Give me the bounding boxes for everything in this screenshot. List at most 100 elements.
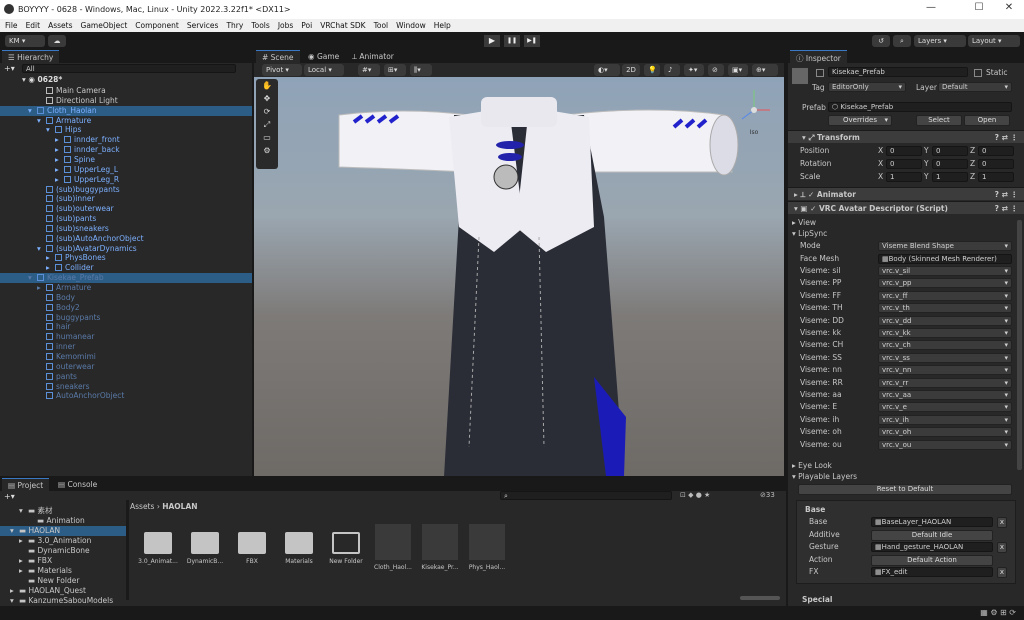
static-checkbox[interactable] — [974, 69, 982, 77]
account-button[interactable]: KM ▾ — [5, 35, 45, 47]
tab-scene[interactable]: # Scene — [256, 50, 300, 63]
asset-item[interactable]: Materials — [277, 524, 321, 565]
effects-icon[interactable]: ✦▾ — [684, 64, 704, 76]
project-folder-row[interactable]: ▾ ▬ HAOLAN — [0, 526, 126, 536]
viseme-dropdown[interactable]: vrc.v_ff — [878, 290, 1012, 301]
tag-dropdown[interactable]: EditorOnly — [828, 82, 906, 92]
project-folder-row[interactable]: ▸ ▬ FBX — [0, 556, 126, 566]
audio-icon[interactable]: ♪ — [664, 64, 680, 76]
hierarchy-row[interactable]: ▸ innder_front — [0, 135, 252, 145]
hierarchy-row[interactable]: ▸ innder_back — [0, 145, 252, 155]
expand-arrow-icon[interactable]: ▸ — [19, 556, 28, 566]
layers-dropdown[interactable]: Layers ▾ — [914, 35, 966, 47]
zoom-slider[interactable] — [740, 596, 780, 600]
default-layer-button[interactable]: Default Action — [871, 554, 993, 566]
position-z-input[interactable]: 0 — [978, 146, 1014, 156]
hierarchy-row[interactable]: Body — [0, 293, 252, 303]
viseme-dropdown[interactable]: vrc.v_ss — [878, 352, 1012, 363]
gizmos-icon[interactable]: ⊕▾ — [752, 64, 778, 76]
hierarchy-row[interactable]: (sub)buggypants — [0, 185, 252, 195]
hierarchy-row[interactable]: ▾ (sub)AvatarDynamics — [0, 244, 252, 254]
project-folder-row[interactable]: ▬ New Folder — [0, 576, 126, 586]
hierarchy-row[interactable]: ▸ UpperLeg_R — [0, 175, 252, 185]
hierarchy-row[interactable]: buggypants — [0, 313, 252, 323]
hierarchy-row[interactable]: (sub)pants — [0, 214, 252, 224]
hierarchy-row[interactable]: ▾ Armature — [0, 116, 252, 126]
hierarchy-search-input[interactable]: All — [22, 64, 236, 73]
project-folder-row[interactable]: ▸ ▬ 3.0_Animation — [0, 536, 126, 546]
hierarchy-row[interactable]: outerwear — [0, 362, 252, 372]
expand-arrow-icon[interactable]: ▾ — [46, 125, 55, 135]
hierarchy-row[interactable]: (sub)sneakers — [0, 224, 252, 234]
viseme-dropdown[interactable]: vrc.v_ih — [878, 414, 1012, 425]
close-button[interactable]: ✕ — [994, 2, 1024, 17]
expand-arrow-icon[interactable]: ▾ — [37, 116, 46, 126]
hierarchy-row[interactable]: ▸ Collider — [0, 263, 252, 273]
menu-services[interactable]: Services — [187, 21, 219, 30]
hierarchy-row[interactable]: ▾ Hips — [0, 125, 252, 135]
transform-header[interactable]: ▾ ⤢ Transform? ⇄ ⋮ — [788, 130, 1024, 143]
tab-animator[interactable]: ⟂ Animator — [346, 50, 400, 63]
tab-console[interactable]: ▤ Console — [52, 478, 103, 491]
animator-menu-icon[interactable]: ? ⇄ ⋮ — [995, 188, 1018, 201]
position-y-input[interactable]: 0 — [932, 146, 968, 156]
status-icons[interactable]: ▦ ⚙ ⊞ ⟳ — [980, 608, 1016, 617]
hidden-packages-count[interactable]: ⊘33 — [760, 491, 775, 499]
select-button[interactable]: Select — [916, 115, 962, 126]
scene-extra-icon[interactable]: ⫼▾ — [410, 64, 432, 76]
hierarchy-row[interactable]: Body2 — [0, 303, 252, 313]
object-name-field[interactable]: Kisekae_Prefab — [828, 67, 968, 77]
viseme-dropdown[interactable]: vrc.v_sil — [878, 266, 1012, 276]
breadcrumb-root[interactable]: Assets — [130, 502, 154, 511]
inspector-scrollbar[interactable] — [1017, 220, 1022, 470]
hierarchy-row[interactable]: ▸ UpperLeg_L — [0, 165, 252, 175]
rotation-x-input[interactable]: 0 — [886, 159, 922, 169]
playable-foldout[interactable]: ▾ Playable Layers — [788, 471, 1024, 483]
controller-field[interactable]: ▦BaseLayer_HAOLAN — [871, 517, 993, 527]
viseme-dropdown[interactable]: vrc.v_kk — [878, 328, 1012, 338]
hierarchy-row[interactable]: ▸ Spine — [0, 155, 252, 165]
controller-field[interactable]: ▦Hand_gesture_HAOLAN — [871, 542, 993, 553]
menu-thry[interactable]: Thry — [226, 21, 243, 30]
remove-layer-button[interactable]: x — [997, 517, 1007, 528]
viseme-dropdown[interactable]: vrc.v_e — [878, 402, 1012, 413]
expand-arrow-icon[interactable]: ▾ — [37, 244, 46, 254]
hierarchy-row[interactable]: AutoAnchorObject — [0, 391, 252, 401]
cloud-icon[interactable]: ☁ — [48, 35, 66, 47]
hierarchy-row[interactable]: (sub)outerwear — [0, 204, 252, 214]
lighting-icon[interactable]: 💡 — [644, 64, 660, 76]
step-button[interactable]: ▶❚ — [524, 35, 540, 47]
hierarchy-row[interactable]: (sub)AutoAnchorObject — [0, 234, 252, 244]
menu-component[interactable]: Component — [135, 21, 179, 30]
active-checkbox[interactable] — [816, 69, 824, 77]
menu-file[interactable]: File — [5, 21, 18, 30]
hierarchy-row[interactable]: ▸ PhysBones — [0, 253, 252, 263]
project-folder-row[interactable]: ▾ ▬ 素材 — [0, 506, 126, 516]
hierarchy-row[interactable]: ▸ Armature — [0, 283, 252, 293]
expand-arrow-icon[interactable]: ▸ — [37, 283, 46, 293]
rotation-y-input[interactable]: 0 — [932, 159, 968, 169]
asset-item[interactable]: FBX — [230, 524, 274, 565]
menu-help[interactable]: Help — [434, 21, 451, 30]
expand-arrow-icon[interactable]: ▾ — [19, 506, 28, 516]
hierarchy-row[interactable]: Kemomimi — [0, 352, 252, 362]
hierarchy-row[interactable]: ▾ Cloth_Haolan — [0, 105, 252, 116]
viseme-dropdown[interactable]: vrc.v_ou — [878, 439, 1012, 450]
tab-hierarchy[interactable]: ☰ Hierarchy — [2, 50, 60, 63]
menu-poi[interactable]: Poi — [301, 21, 312, 30]
project-folder-row[interactable]: ▬ Animation — [0, 516, 126, 526]
hidden-objects-icon[interactable]: ⊘ — [708, 64, 724, 76]
tab-inspector[interactable]: ⓘ Inspector — [790, 50, 847, 63]
viseme-dropdown[interactable]: vrc.v_rr — [878, 377, 1012, 388]
camera-icon[interactable]: ▣▾ — [728, 64, 748, 76]
expand-arrow-icon[interactable]: ▸ — [55, 145, 64, 155]
tools-icon[interactable]: ✋ ✥ ⟳ ⤢ ▭ ⚙ — [256, 79, 278, 157]
menu-tool[interactable]: Tool — [374, 21, 389, 30]
breadcrumb-leaf[interactable]: HAOLAN — [162, 502, 197, 511]
hierarchy-row[interactable]: inner — [0, 342, 252, 352]
project-folder-row[interactable]: ▸ ▬ HAOLAN_Quest — [0, 586, 126, 596]
hierarchy-row[interactable]: hair — [0, 322, 252, 332]
expand-arrow-icon[interactable]: ▾ — [10, 596, 19, 606]
scale-z-input[interactable]: 1 — [978, 172, 1014, 182]
project-filter-icons[interactable]: ⊡ ◆ ● ★ — [680, 491, 710, 499]
